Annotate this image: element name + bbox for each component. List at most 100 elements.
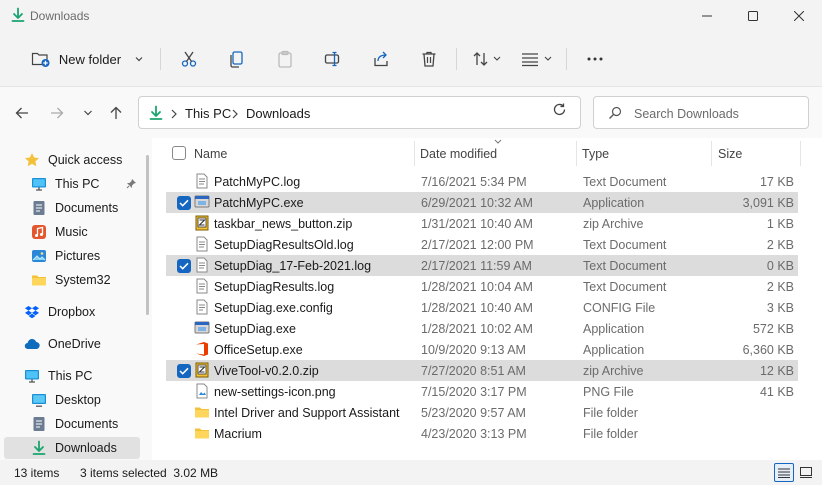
- file-row[interactable]: SetupDiagResults.log 1/28/2021 10:04 AM Te…: [166, 276, 798, 297]
- file-name: Intel Driver and Support Assistant: [214, 406, 400, 420]
- zip-file-icon: [194, 215, 210, 231]
- file-row[interactable]: SetupDiag.exe 1/28/2021 10:02 AM Applicati…: [166, 318, 798, 339]
- sidebar-item-label: Quick access: [48, 153, 123, 167]
- large-icons-view-button[interactable]: [796, 463, 816, 482]
- breadcrumb-downloads[interactable]: Downloads: [246, 106, 310, 121]
- column-header-type[interactable]: Type: [582, 138, 712, 168]
- file-size: 0 KB: [766, 259, 794, 273]
- search-box[interactable]: Search Downloads: [593, 96, 809, 129]
- column-divider[interactable]: [711, 141, 712, 166]
- sidebar-scrollbar[interactable]: [146, 155, 149, 315]
- delete-button[interactable]: [412, 41, 446, 77]
- sidebar-item-music[interactable]: Music: [4, 221, 140, 243]
- cloud-icon: [24, 336, 40, 352]
- details-view-icon: [778, 468, 790, 478]
- maximize-icon: [748, 11, 758, 21]
- file-date-modified: 5/23/2020 9:57 AM: [421, 406, 526, 420]
- file-date-modified: 1/28/2021 10:04 AM: [421, 280, 533, 294]
- column-divider[interactable]: [800, 141, 801, 166]
- sidebar-item-dropbox[interactable]: Dropbox: [4, 301, 140, 323]
- row-checkbox-checked[interactable]: [177, 196, 191, 210]
- copy-button[interactable]: [220, 41, 254, 77]
- row-checkbox-checked[interactable]: [177, 364, 191, 378]
- file-type: Text Document: [583, 175, 667, 189]
- maximize-button[interactable]: [730, 0, 776, 32]
- sidebar-item-desktop[interactable]: Desktop: [4, 389, 140, 411]
- more-options-button[interactable]: [578, 41, 612, 77]
- sidebar-item-system32[interactable]: System32: [4, 269, 140, 291]
- file-row[interactable]: PatchMyPC.exe 6/29/2021 10:32 AM Applicati…: [166, 192, 798, 213]
- sidebar-item-onedrive[interactable]: OneDrive: [4, 333, 140, 355]
- sidebar-item-downloads[interactable]: Downloads: [4, 437, 140, 459]
- file-row[interactable]: SetupDiag.exe.config 1/28/2021 10:40 AM CO…: [166, 297, 798, 318]
- up-button[interactable]: [104, 101, 128, 125]
- file-date-modified: 7/15/2020 3:17 PM: [421, 385, 527, 399]
- arrow-left-icon: [15, 107, 28, 119]
- column-header-name[interactable]: Name: [194, 138, 414, 168]
- chevron-down-icon: [84, 110, 92, 116]
- file-row[interactable]: Intel Driver and Support Assistant 5/23/2…: [166, 402, 798, 423]
- sidebar-item-label: Documents: [55, 417, 119, 431]
- sidebar-item-label: This PC: [55, 177, 100, 191]
- file-row[interactable]: taskbar_news_button.zip 1/31/2021 10:40 A…: [166, 213, 798, 234]
- column-divider[interactable]: [414, 141, 415, 166]
- file-size: 572 KB: [752, 322, 794, 336]
- file-size: 3,091 KB: [742, 196, 794, 210]
- select-all-checkbox[interactable]: [172, 146, 186, 160]
- file-type: Application: [583, 322, 645, 336]
- file-row[interactable]: SetupDiagResultsOld.log 2/17/2021 12:00 P…: [166, 234, 798, 255]
- cut-icon: [181, 51, 197, 67]
- address-bar[interactable]: This PC Downloads: [138, 96, 660, 129]
- file-row[interactable]: SetupDiag_17-Feb-2021.log 2/17/2021 11:59…: [166, 255, 798, 276]
- arrow-up-icon: [110, 106, 122, 119]
- text-file-icon: [194, 236, 210, 252]
- details-view-button[interactable]: [774, 463, 794, 482]
- file-row[interactable]: new-settings-icon.png 7/15/2020 3:17 PM PN…: [166, 381, 798, 402]
- back-button[interactable]: [10, 101, 34, 125]
- column-header-size[interactable]: Size: [718, 138, 798, 168]
- sidebar-item-documents[interactable]: Documents: [4, 197, 140, 219]
- file-date-modified: 1/31/2021 10:40 AM: [421, 217, 533, 231]
- sidebar-item-this-pc[interactable]: This PC: [4, 365, 140, 387]
- sidebar-item-quick-access[interactable]: Quick access: [4, 149, 140, 171]
- new-folder-button[interactable]: New folder: [18, 41, 156, 77]
- file-name: SetupDiagResultsOld.log: [214, 238, 354, 252]
- minimize-button[interactable]: [684, 0, 730, 32]
- view-button[interactable]: [516, 41, 558, 77]
- paste-icon: [278, 50, 292, 68]
- file-type: zip Archive: [583, 217, 644, 231]
- search-icon: [608, 106, 622, 123]
- sidebar-item-pictures[interactable]: Pictures: [4, 245, 140, 267]
- command-bar: New folder: [0, 32, 822, 86]
- sidebar-item-documents[interactable]: Documents: [4, 413, 140, 435]
- sidebar-item-this-pc[interactable]: This PC: [4, 173, 140, 195]
- file-row[interactable]: ViveTool-v0.2.0.zip 7/27/2020 8:51 AM zip …: [166, 360, 798, 381]
- paste-button[interactable]: [268, 41, 302, 77]
- file-row[interactable]: Macrium 4/23/2020 3:13 PM File folder: [166, 423, 798, 444]
- file-row[interactable]: OfficeSetup.exe 10/9/2020 9:13 AM Applicat…: [166, 339, 798, 360]
- row-checkbox-checked[interactable]: [177, 259, 191, 273]
- column-divider[interactable]: [576, 141, 577, 166]
- close-button[interactable]: [776, 0, 822, 32]
- chevron-down-icon: [135, 56, 143, 62]
- refresh-icon[interactable]: [552, 102, 567, 120]
- download-icon: [31, 440, 47, 456]
- sort-icon: [473, 52, 501, 66]
- forward-button[interactable]: [45, 101, 69, 125]
- file-list: Name Date modified Type Size PatchMyPC.l…: [152, 138, 822, 460]
- chevron-right-icon: [171, 108, 177, 122]
- file-row[interactable]: PatchMyPC.log 7/16/2021 5:34 PM Text Docum…: [166, 171, 798, 192]
- share-button[interactable]: [364, 41, 398, 77]
- cut-button[interactable]: [172, 41, 206, 77]
- application-icon: [194, 320, 210, 336]
- rename-button[interactable]: [316, 41, 350, 77]
- recent-locations-button[interactable]: [76, 101, 100, 125]
- title-bar: Downloads: [0, 0, 822, 32]
- view-list-icon: [522, 53, 552, 67]
- file-type: zip Archive: [583, 364, 644, 378]
- sidebar-item-label: OneDrive: [48, 337, 101, 351]
- share-icon: [374, 51, 388, 67]
- column-header-date[interactable]: Date modified: [420, 138, 576, 168]
- breadcrumb-this-pc[interactable]: This PC: [185, 106, 231, 121]
- sort-button[interactable]: [466, 41, 508, 77]
